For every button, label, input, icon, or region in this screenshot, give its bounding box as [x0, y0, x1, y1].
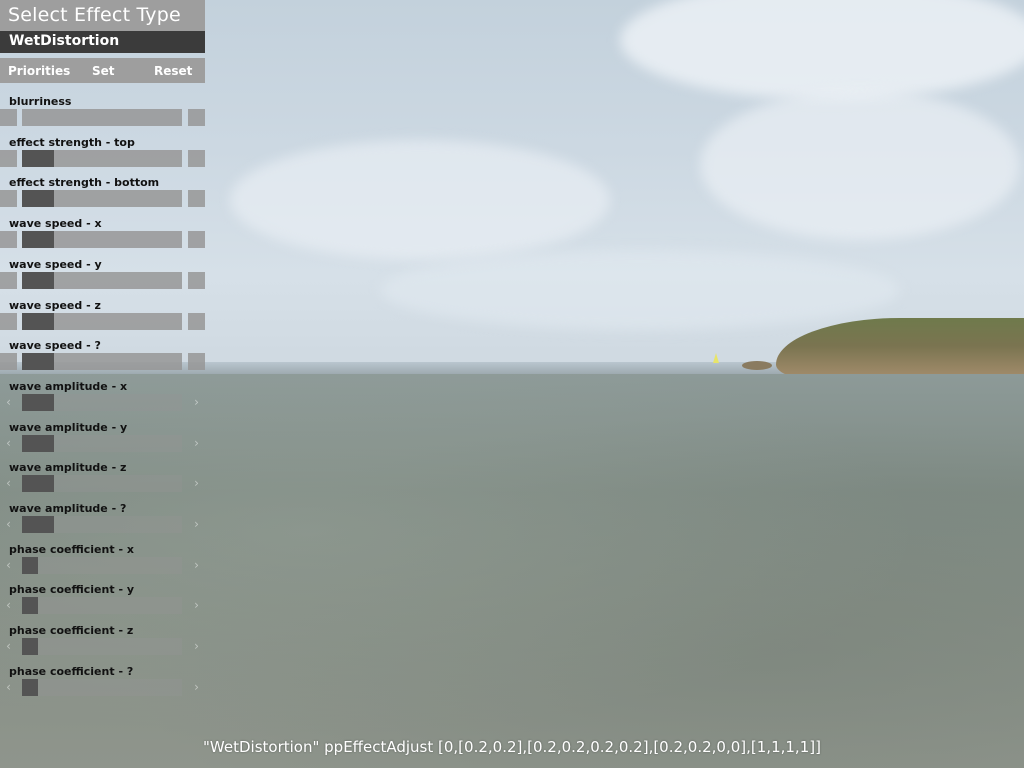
chevron-right-icon[interactable]: › — [188, 435, 205, 452]
slider-handle[interactable] — [22, 679, 38, 696]
chevron-left-icon[interactable] — [0, 190, 17, 207]
chevron-right-icon[interactable]: › — [188, 516, 205, 533]
priorities-button[interactable]: Priorities — [8, 64, 70, 78]
chevron-right-icon[interactable] — [188, 109, 205, 126]
slider-handle[interactable] — [22, 435, 54, 452]
effect-type-selector[interactable]: WetDistortion — [0, 31, 205, 53]
chevron-left-icon[interactable]: ‹ — [0, 516, 17, 533]
slider-handle[interactable] — [22, 353, 54, 370]
param-label: phase coefficient - ? — [9, 665, 134, 678]
slider-handle[interactable] — [22, 638, 38, 655]
slider-handle[interactable] — [22, 597, 38, 614]
param-slider[interactable] — [22, 435, 182, 452]
actions-bar: Priorities Set Reset — [0, 58, 205, 83]
chevron-left-icon[interactable] — [0, 150, 17, 167]
cloud — [700, 90, 1020, 240]
param-slider[interactable] — [22, 190, 182, 207]
slider-handle[interactable] — [22, 475, 54, 492]
param-slider[interactable] — [22, 231, 182, 248]
param-slider[interactable] — [22, 475, 182, 492]
param-slider[interactable] — [22, 516, 182, 533]
chevron-right-icon[interactable]: › — [188, 394, 205, 411]
param-slider[interactable] — [22, 394, 182, 411]
param-label: wave amplitude - z — [9, 461, 127, 474]
param-slider[interactable] — [22, 638, 182, 655]
param-slider[interactable] — [22, 679, 182, 696]
param-label: blurriness — [9, 95, 72, 108]
islet — [742, 361, 772, 370]
param-slider[interactable] — [22, 272, 182, 289]
param-label: wave speed - y — [9, 258, 102, 271]
chevron-right-icon[interactable]: › — [188, 679, 205, 696]
param-label: effect strength - top — [9, 136, 135, 149]
chevron-left-icon[interactable]: ‹ — [0, 394, 17, 411]
slider-handle[interactable] — [22, 190, 54, 207]
chevron-left-icon[interactable]: ‹ — [0, 557, 17, 574]
chevron-left-icon[interactable]: ‹ — [0, 597, 17, 614]
slider-handle[interactable] — [22, 272, 54, 289]
effect-type-label: WetDistortion — [9, 33, 120, 49]
param-label: wave speed - ? — [9, 339, 101, 352]
param-label: wave speed - x — [9, 217, 102, 230]
param-slider[interactable] — [22, 557, 182, 574]
chevron-right-icon[interactable] — [188, 190, 205, 207]
param-label: phase coefficient - x — [9, 543, 134, 556]
chevron-left-icon[interactable] — [0, 353, 17, 370]
chevron-right-icon[interactable]: › — [188, 475, 205, 492]
command-line: "WetDistortion" ppEffectAdjust [0,[0.2,0… — [203, 738, 821, 756]
param-label: phase coefficient - y — [9, 583, 135, 596]
chevron-right-icon[interactable] — [188, 272, 205, 289]
chevron-left-icon[interactable] — [0, 109, 17, 126]
param-slider[interactable] — [22, 109, 182, 126]
param-label: wave speed - z — [9, 299, 101, 312]
param-slider[interactable] — [22, 353, 182, 370]
param-slider[interactable] — [22, 597, 182, 614]
reset-button[interactable]: Reset — [154, 64, 192, 78]
chevron-left-icon[interactable]: ‹ — [0, 475, 17, 492]
param-label: effect strength - bottom — [9, 176, 160, 189]
sailboat — [713, 353, 719, 363]
slider-handle[interactable] — [22, 231, 54, 248]
cloud — [380, 250, 900, 330]
param-slider[interactable] — [22, 150, 182, 167]
slider-handle[interactable] — [22, 150, 54, 167]
chevron-right-icon[interactable]: › — [188, 638, 205, 655]
chevron-right-icon[interactable] — [188, 313, 205, 330]
chevron-left-icon[interactable]: ‹ — [0, 679, 17, 696]
chevron-left-icon[interactable]: ‹ — [0, 638, 17, 655]
chevron-left-icon[interactable] — [0, 272, 17, 289]
set-button[interactable]: Set — [92, 64, 115, 78]
chevron-right-icon[interactable]: › — [188, 597, 205, 614]
chevron-left-icon[interactable] — [0, 313, 17, 330]
chevron-right-icon[interactable] — [188, 353, 205, 370]
slider-handle[interactable] — [22, 516, 54, 533]
slider-handle[interactable] — [22, 557, 38, 574]
slider-handle[interactable] — [22, 313, 54, 330]
slider-handle[interactable] — [22, 394, 54, 411]
param-label: wave amplitude - ? — [9, 502, 127, 515]
chevron-left-icon[interactable] — [0, 231, 17, 248]
panel-title-bar: Select Effect Type — [0, 0, 205, 31]
panel-title: Select Effect Type — [8, 4, 181, 26]
chevron-right-icon[interactable]: › — [188, 557, 205, 574]
cloud — [230, 140, 610, 260]
param-label: wave amplitude - y — [9, 421, 128, 434]
param-label: phase coefficient - z — [9, 624, 134, 637]
chevron-right-icon[interactable] — [188, 150, 205, 167]
chevron-right-icon[interactable] — [188, 231, 205, 248]
param-slider[interactable] — [22, 313, 182, 330]
chevron-left-icon[interactable]: ‹ — [0, 435, 17, 452]
param-label: wave amplitude - x — [9, 380, 128, 393]
